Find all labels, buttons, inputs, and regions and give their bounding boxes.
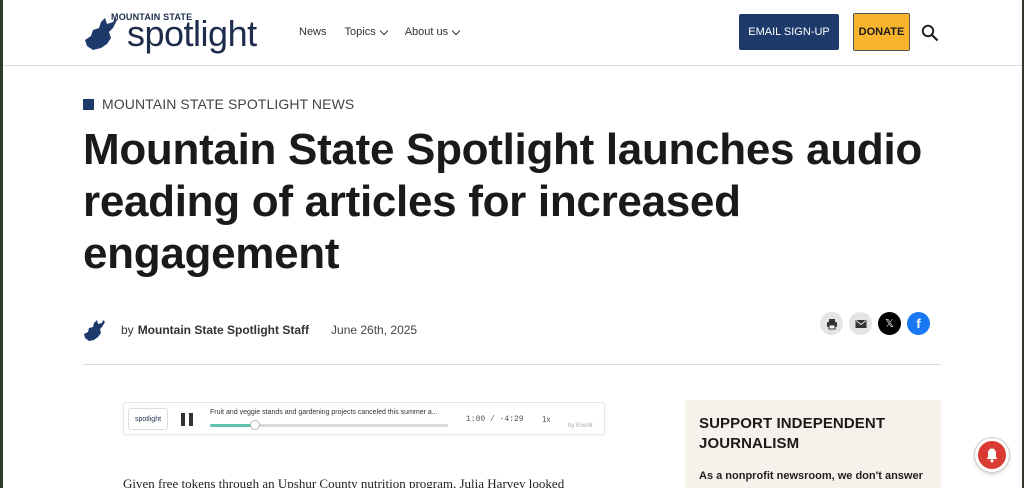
search-icon[interactable] [921, 24, 939, 42]
print-button[interactable] [820, 312, 843, 335]
player-track-title: Fruit and veggie stands and gardening pr… [210, 409, 438, 416]
byline: by Mountain State Spotlight Staff June 2… [83, 318, 417, 342]
page: MOUNTAIN STATE spotlight News Topics Abo… [3, 0, 1022, 488]
publish-date: June 26th, 2025 [331, 323, 418, 337]
pause-icon-bar [189, 413, 193, 426]
email-icon [855, 319, 866, 328]
article-headline: Mountain State Spotlight launches audio … [83, 125, 922, 278]
donate-button[interactable]: DONATE [853, 13, 910, 51]
player-logo: spotlight [128, 408, 168, 430]
notification-bell-button[interactable] [975, 438, 1009, 472]
audio-player: spotlight Fruit and veggie stands and ga… [123, 402, 605, 435]
category-label: MOUNTAIN STATE SPOTLIGHT NEWS [102, 96, 355, 112]
main-nav: News Topics About us [299, 26, 477, 38]
nav-label: About us [404, 26, 449, 38]
x-icon: 𝕏 [885, 318, 894, 330]
nav-item-news[interactable]: News [299, 26, 327, 38]
author-avatar-icon [84, 320, 105, 341]
author-link[interactable]: Mountain State Spotlight Staff [138, 323, 309, 337]
nav-label: Topics [344, 26, 376, 38]
logo-wordmark: spotlight [127, 13, 257, 54]
pause-icon [181, 413, 185, 426]
share-buttons: 𝕏 f [820, 312, 930, 335]
article-body-first-line: Given free tokens through an Upshur Coun… [123, 476, 565, 488]
print-icon [826, 318, 837, 329]
facebook-share-button[interactable]: f [907, 312, 930, 335]
nav-item-about[interactable]: About us [404, 26, 461, 38]
nav-item-topics[interactable]: Topics [344, 26, 388, 38]
chevron-down-icon [451, 26, 461, 35]
x-share-button[interactable]: 𝕏 [878, 312, 901, 335]
progress-fill [210, 424, 256, 427]
category-square-icon [83, 98, 94, 110]
progress-handle[interactable] [250, 420, 261, 430]
support-title: SUPPORT INDEPENDENT JOURNALISM [699, 415, 886, 452]
facebook-icon: f [916, 316, 921, 331]
progress-track[interactable] [210, 424, 448, 427]
player-time: 1:00 / -4:29 [466, 415, 524, 424]
byline-prefix: by [121, 323, 134, 337]
bell-icon [986, 448, 998, 463]
email-signup-button[interactable]: EMAIL SIGN-UP [739, 14, 839, 50]
player-brand[interactable]: by Everlit [568, 423, 593, 429]
site-logo[interactable]: MOUNTAIN STATE spotlight [83, 12, 278, 54]
nav-label: News [299, 26, 327, 38]
email-share-button[interactable] [849, 312, 872, 335]
site-header: MOUNTAIN STATE spotlight News Topics Abo… [3, 0, 1022, 66]
chevron-down-icon [379, 26, 388, 35]
support-box: SUPPORT INDEPENDENT JOURNALISM As a nonp… [685, 400, 941, 488]
category-kicker[interactable]: MOUNTAIN STATE SPOTLIGHT NEWS [83, 96, 354, 112]
support-text: As a nonprofit newsroom, we don't answer [699, 470, 923, 482]
divider [83, 364, 941, 365]
pause-button[interactable] [181, 413, 193, 426]
playback-speed-button[interactable]: 1x [542, 415, 550, 424]
